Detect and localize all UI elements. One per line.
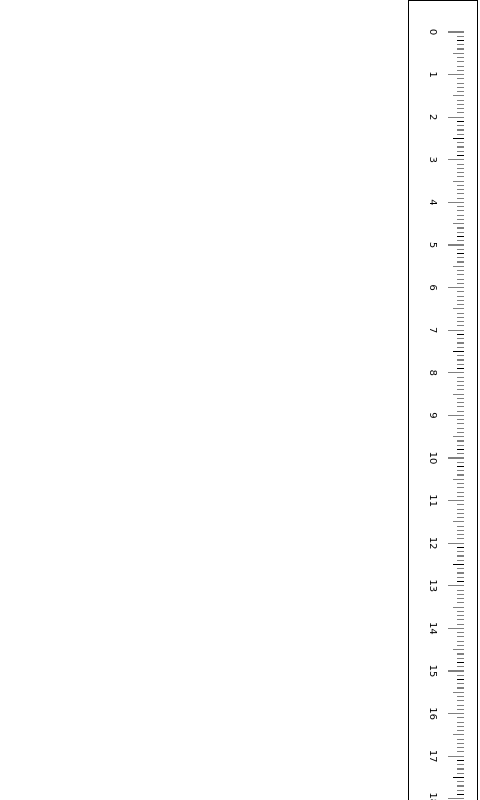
ruler-number-label: 3 bbox=[427, 157, 438, 163]
ruler-number-label: 13 bbox=[427, 579, 438, 592]
ruler-number-label: 10 bbox=[427, 452, 438, 465]
ruler-number-label: 5 bbox=[427, 242, 438, 248]
screen: 0 1 2 3 4 5 6 7 8 9 10 11 12 13 14 15 16 17 18 bbox=[0, 0, 480, 800]
ruler-number-label: 17 bbox=[427, 750, 438, 763]
ruler-number-label: 4 bbox=[427, 199, 438, 205]
ruler-scale: 0123456789101112131415161718 bbox=[427, 29, 464, 800]
ruler-number-label: 9 bbox=[427, 412, 438, 418]
ruler-number-label: 16 bbox=[427, 707, 438, 720]
ruler-number-label: 2 bbox=[427, 114, 438, 120]
ruler-number-label: 8 bbox=[427, 370, 438, 376]
ruler-number-label: 7 bbox=[427, 327, 438, 333]
ruler-number-label: 12 bbox=[427, 537, 438, 550]
ruler[interactable]: 0 1 2 3 4 5 6 7 8 9 10 11 12 13 14 15 16 17 18 bbox=[408, 0, 478, 800]
ruler-number-label: 6 bbox=[427, 284, 438, 290]
ruler-number-label: 18 bbox=[427, 792, 438, 800]
ruler-number-label: 0 bbox=[427, 29, 438, 35]
ruler-number-label: 1 bbox=[427, 71, 438, 77]
ruler-number-label: 15 bbox=[427, 665, 438, 678]
ruler-number-label: 11 bbox=[427, 494, 438, 507]
ruler-number-label: 14 bbox=[427, 622, 438, 635]
